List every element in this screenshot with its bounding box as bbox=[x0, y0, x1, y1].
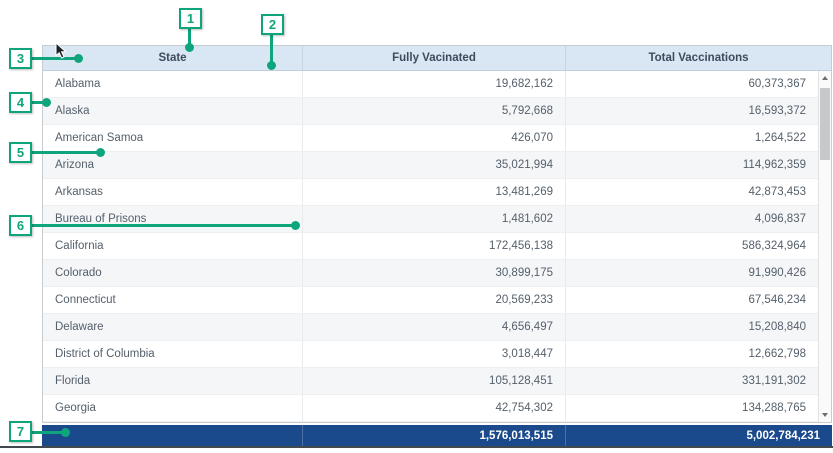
scroll-up-button[interactable] bbox=[819, 71, 831, 85]
table-row[interactable]: Bureau of Prisons 1,481,602 4,096,837 bbox=[43, 206, 818, 233]
callout-6: 6 bbox=[9, 215, 32, 236]
scrollbar-thumb[interactable] bbox=[820, 88, 830, 160]
callout-4: 4 bbox=[9, 92, 32, 113]
summary-total-vaccinations-cell: 5,002,784,231 bbox=[565, 425, 832, 446]
total-vaccinations-cell: 91,990,426 bbox=[566, 260, 818, 286]
triangle-up-icon bbox=[822, 76, 828, 80]
callout-6-connector bbox=[32, 224, 295, 227]
column-header-total-vaccinations[interactable]: Total Vaccinations bbox=[566, 46, 831, 70]
data-table: State Fully Vacinated Total Vaccinations… bbox=[42, 45, 832, 446]
callout-1-dot bbox=[185, 43, 194, 52]
table-row[interactable]: Connecticut 20,569,233 67,546,234 bbox=[43, 287, 818, 314]
callout-1: 1 bbox=[179, 8, 202, 29]
callout-6-dot bbox=[291, 221, 300, 230]
callout-4-dot bbox=[42, 98, 51, 107]
table-row[interactable]: Alabama 19,682,162 60,373,367 bbox=[43, 71, 818, 98]
table-row[interactable]: Delaware 4,656,497 15,208,840 bbox=[43, 314, 818, 341]
callout-5-connector bbox=[32, 151, 100, 154]
fully-vaccinated-cell: 426,070 bbox=[303, 125, 566, 151]
state-cell: Delaware bbox=[43, 314, 303, 340]
table-row[interactable]: Florida 105,128,451 331,191,302 bbox=[43, 368, 818, 395]
fully-vaccinated-cell: 19,682,162 bbox=[303, 71, 566, 97]
state-cell: Florida bbox=[43, 368, 303, 394]
triangle-down-icon bbox=[822, 413, 828, 417]
total-vaccinations-cell: 60,373,367 bbox=[566, 71, 818, 97]
column-header-fully-vaccinated[interactable]: Fully Vacinated bbox=[303, 46, 566, 70]
callout-7: 7 bbox=[9, 421, 32, 442]
total-vaccinations-cell: 42,873,453 bbox=[566, 179, 818, 205]
state-cell: Arizona bbox=[43, 152, 303, 178]
total-vaccinations-cell: 16,593,372 bbox=[566, 98, 818, 124]
table-row[interactable]: American Samoa 426,070 1,264,522 bbox=[43, 125, 818, 152]
table-row[interactable]: California 172,456,138 586,324,964 bbox=[43, 233, 818, 260]
fully-vaccinated-cell: 35,021,994 bbox=[303, 152, 566, 178]
state-cell: Georgia bbox=[43, 395, 303, 421]
total-vaccinations-cell: 4,096,837 bbox=[566, 206, 818, 232]
total-vaccinations-cell: 12,662,798 bbox=[566, 341, 818, 367]
summary-row: 1,576,013,515 5,002,784,231 bbox=[42, 425, 832, 446]
callout-3: 3 bbox=[9, 48, 32, 69]
fully-vaccinated-cell: 105,128,451 bbox=[303, 368, 566, 394]
total-vaccinations-cell: 134,288,765 bbox=[566, 395, 818, 421]
fully-vaccinated-cell: 13,481,269 bbox=[303, 179, 566, 205]
state-cell: Alaska bbox=[43, 98, 303, 124]
state-cell: Arkansas bbox=[43, 179, 303, 205]
total-vaccinations-cell: 15,208,840 bbox=[566, 314, 818, 340]
bottom-divider bbox=[0, 446, 833, 448]
table-row[interactable]: District of Columbia 3,018,447 12,662,79… bbox=[43, 341, 818, 368]
table-row[interactable]: Arizona 35,021,994 114,962,359 bbox=[43, 152, 818, 179]
state-cell: Alabama bbox=[43, 71, 303, 97]
callout-7-dot bbox=[61, 428, 70, 437]
table-body: Alabama 19,682,162 60,373,367 Alaska 5,7… bbox=[43, 71, 818, 422]
callout-5: 5 bbox=[9, 142, 32, 163]
total-vaccinations-cell: 1,264,522 bbox=[566, 125, 818, 151]
fully-vaccinated-cell: 42,754,302 bbox=[303, 395, 566, 421]
fully-vaccinated-cell: 20,569,233 bbox=[303, 287, 566, 313]
state-cell: Connecticut bbox=[43, 287, 303, 313]
table-row[interactable]: Arkansas 13,481,269 42,873,453 bbox=[43, 179, 818, 206]
table-row[interactable]: Colorado 30,899,175 91,990,426 bbox=[43, 260, 818, 287]
table-row[interactable]: Alaska 5,792,668 16,593,372 bbox=[43, 98, 818, 125]
scroll-down-button[interactable] bbox=[819, 408, 831, 422]
callout-3-dot bbox=[74, 54, 83, 63]
total-vaccinations-cell: 114,962,359 bbox=[566, 152, 818, 178]
fully-vaccinated-cell: 3,018,447 bbox=[303, 341, 566, 367]
table-header-row: State Fully Vacinated Total Vaccinations bbox=[43, 46, 831, 71]
state-cell: District of Columbia bbox=[43, 341, 303, 367]
total-vaccinations-cell: 67,546,234 bbox=[566, 287, 818, 313]
summary-fully-vaccinated-cell: 1,576,013,515 bbox=[302, 425, 565, 446]
table-grid: State Fully Vacinated Total Vaccinations… bbox=[42, 45, 832, 423]
fully-vaccinated-cell: 4,656,497 bbox=[303, 314, 566, 340]
callout-2: 2 bbox=[261, 14, 284, 35]
state-cell: Colorado bbox=[43, 260, 303, 286]
table-row[interactable]: Georgia 42,754,302 134,288,765 bbox=[43, 395, 818, 422]
fully-vaccinated-cell: 1,481,602 bbox=[303, 206, 566, 232]
callout-2-dot bbox=[267, 61, 276, 70]
state-cell: California bbox=[43, 233, 303, 259]
state-cell: Bureau of Prisons bbox=[43, 206, 303, 232]
fully-vaccinated-cell: 5,792,668 bbox=[303, 98, 566, 124]
vertical-scrollbar[interactable] bbox=[818, 71, 831, 422]
fully-vaccinated-cell: 30,899,175 bbox=[303, 260, 566, 286]
state-cell: American Samoa bbox=[43, 125, 303, 151]
total-vaccinations-cell: 331,191,302 bbox=[566, 368, 818, 394]
fully-vaccinated-cell: 172,456,138 bbox=[303, 233, 566, 259]
callout-5-dot bbox=[96, 148, 105, 157]
mouse-cursor-icon bbox=[55, 42, 68, 60]
screenshot-root: State Fully Vacinated Total Vaccinations… bbox=[0, 0, 833, 453]
total-vaccinations-cell: 586,324,964 bbox=[566, 233, 818, 259]
summary-state-cell bbox=[42, 425, 302, 446]
